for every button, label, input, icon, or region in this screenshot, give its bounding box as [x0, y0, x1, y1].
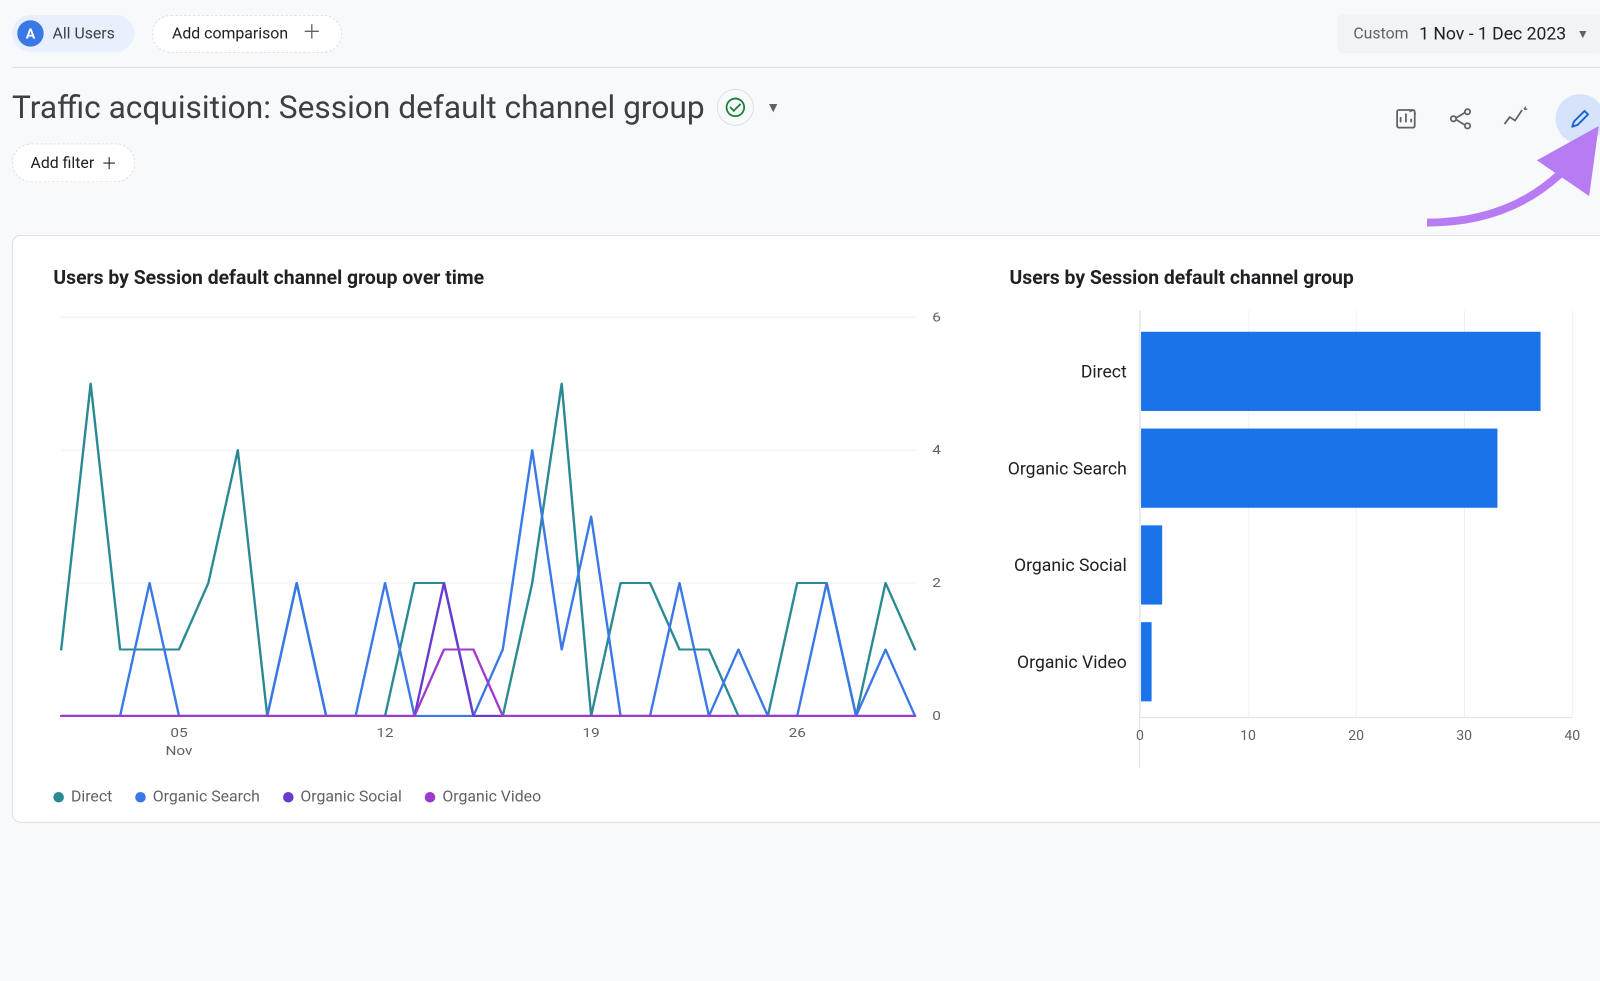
title-bar: Traffic acquisition: Session default cha… — [12, 68, 1600, 193]
legend-item[interactable]: Organic Social — [283, 788, 402, 806]
legend-swatch — [135, 792, 146, 803]
legend-label: Organic Search — [153, 788, 260, 806]
line-chart-block: Users by Session default channel group o… — [52, 268, 973, 807]
legend-item[interactable]: Organic Search — [135, 788, 260, 806]
svg-text:4: 4 — [932, 443, 941, 458]
legend-item[interactable]: Direct — [53, 788, 112, 806]
bar-x-tick-label: 0 — [1136, 727, 1144, 744]
share-icon[interactable] — [1446, 105, 1474, 133]
bar-chart-block: Users by Session default channel group D… — [1008, 268, 1572, 807]
bar-category-label: Organic Video — [1008, 613, 1139, 710]
date-range-label: 1 Nov - 1 Dec 2023 — [1419, 23, 1566, 44]
pencil-icon — [1569, 107, 1592, 130]
plus-icon: ＋ — [101, 151, 117, 174]
edit-button[interactable] — [1556, 94, 1600, 143]
legend-item[interactable]: Organic Video — [425, 788, 541, 806]
legend-swatch — [53, 792, 64, 803]
bar[interactable] — [1141, 622, 1152, 701]
legend-label: Direct — [71, 788, 112, 806]
line-chart[interactable]: 0 2 4 6 05 12 19 26 Nov — [52, 311, 973, 769]
bar-category-label: Organic Search — [1008, 420, 1139, 517]
add-comparison-chip[interactable]: Add comparison ＋ — [152, 15, 342, 53]
svg-text:6: 6 — [932, 311, 941, 325]
insights-icon[interactable] — [1501, 105, 1529, 133]
segment-a-badge: A — [17, 20, 43, 46]
bar-chart-title: Users by Session default channel group — [1010, 268, 1573, 290]
bar-category-label: Organic Social — [1008, 517, 1139, 614]
customize-report-icon[interactable] — [1392, 105, 1420, 133]
line-chart-title: Users by Session default channel group o… — [53, 268, 972, 290]
bar[interactable] — [1141, 429, 1498, 508]
all-users-chip[interactable]: A All Users — [12, 15, 134, 52]
bar[interactable] — [1141, 525, 1163, 604]
bar-x-tick-label: 40 — [1564, 727, 1580, 744]
bar[interactable] — [1141, 332, 1541, 411]
status-check-button[interactable] — [717, 89, 754, 126]
svg-text:2: 2 — [932, 576, 941, 591]
date-range-picker[interactable]: Custom 1 Nov - 1 Dec 2023 ▼ — [1338, 14, 1600, 53]
svg-text:19: 19 — [583, 726, 600, 741]
legend-swatch — [425, 792, 436, 803]
chevron-down-icon: ▼ — [1577, 26, 1589, 41]
legend-label: Organic Social — [300, 788, 402, 806]
svg-text:12: 12 — [376, 726, 393, 741]
add-filter-label: Add filter — [30, 154, 94, 172]
svg-text:0: 0 — [932, 709, 941, 724]
check-circle-icon — [726, 98, 745, 117]
svg-text:Nov: Nov — [165, 744, 192, 759]
title-dropdown-chevron-icon[interactable]: ▼ — [766, 99, 780, 117]
date-custom-label: Custom — [1353, 24, 1408, 42]
page-title: Traffic acquisition: Session default cha… — [12, 89, 705, 126]
charts-card: Users by Session default channel group o… — [12, 235, 1600, 823]
top-bar: A All Users Add comparison ＋ Custom 1 No… — [12, 0, 1600, 68]
svg-text:05: 05 — [170, 726, 187, 741]
bar-x-tick-label: 30 — [1456, 727, 1472, 744]
legend-swatch — [283, 792, 294, 803]
add-filter-chip[interactable]: Add filter ＋ — [12, 143, 136, 182]
all-users-label: All Users — [52, 24, 114, 42]
title-action-bar — [1392, 89, 1600, 144]
bar-x-tick-label: 10 — [1240, 727, 1256, 744]
bar-x-tick-label: 20 — [1348, 727, 1364, 744]
svg-text:26: 26 — [789, 726, 806, 741]
legend-label: Organic Video — [442, 788, 541, 806]
line-chart-legend: Direct Organic Search Organic Social Organi… — [52, 768, 973, 806]
bar-category-label: Direct — [1008, 323, 1139, 420]
bar-chart[interactable]: DirectOrganic SearchOrganic SocialOrgani… — [1008, 311, 1572, 769]
add-comparison-label: Add comparison — [172, 24, 288, 42]
